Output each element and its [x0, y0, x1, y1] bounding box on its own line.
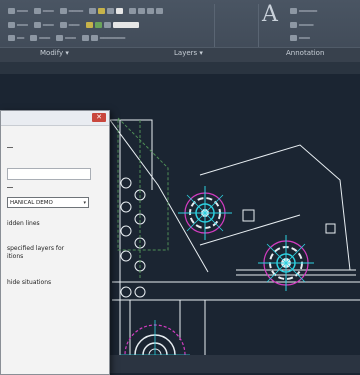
layer-state-icon — [90, 35, 98, 41]
dropdown-value: HANICAL DEMO — [10, 200, 53, 206]
drawing-lines — [109, 119, 360, 370]
lock-icon — [103, 22, 111, 28]
sprocket-lower — [258, 235, 314, 291]
ribbon-row-2: ═══ ═══ ═══ — [8, 20, 139, 30]
panel-title-modify[interactable]: Modify ▾ — [40, 49, 69, 57]
array-icon — [56, 35, 64, 41]
trim-icon — [59, 8, 67, 14]
option-specified-layers-cont: itions — [7, 253, 24, 260]
layer-dropdown-icon — [112, 22, 139, 28]
rb-tool[interactable] — [129, 6, 164, 16]
rb-tool[interactable]: ═══ — [290, 33, 310, 43]
move-icon — [8, 8, 15, 14]
rb-tool[interactable]: ═══ — [30, 33, 50, 43]
close-icon[interactable]: ✕ — [92, 113, 106, 122]
sun-icon — [107, 8, 115, 14]
ribbon-row-3: ══ ═══ ═══ ═══════ — [8, 33, 125, 43]
option-specified-layers[interactable]: specified layers for — [7, 245, 64, 252]
layer-tool-icon — [129, 8, 137, 14]
rb-tool[interactable]: ═══ — [56, 33, 76, 43]
layer-tool-icon — [156, 8, 164, 14]
leader-icon — [290, 22, 297, 28]
rb-tool[interactable]: ════ — [59, 6, 83, 16]
dimension-icon — [290, 8, 297, 14]
stretch-icon — [8, 35, 15, 41]
annotation-row: ═══ — [290, 33, 310, 43]
option-hide-situations[interactable]: hide situations — [7, 279, 51, 286]
rb-tool[interactable]: ═══ — [33, 6, 54, 16]
demo-dropdown[interactable]: HANICAL DEMO ▾ — [7, 197, 89, 208]
panel-title-layers[interactable]: Layers ▾ — [174, 49, 203, 57]
sprocket-upper — [178, 186, 232, 240]
rb-tool[interactable]: ═════ — [290, 6, 317, 16]
ribbon-row-1: ═══ ═══ ════ — [8, 6, 164, 16]
option-hidden-lines[interactable]: idden lines — [7, 220, 40, 227]
rb-tool[interactable]: ═══ — [33, 20, 54, 30]
settings-dialog: ✕ HANICAL DEMO ▾ idden lines specified l… — [0, 110, 110, 375]
rb-tool[interactable] — [89, 6, 124, 16]
rb-tool[interactable]: ════ — [290, 20, 313, 30]
dialog-text-field[interactable] — [7, 168, 91, 180]
rb-tool[interactable]: ═══════ — [81, 33, 125, 43]
layer-tool-icon — [147, 8, 155, 14]
layer-tool-icon — [138, 8, 146, 14]
layer-swatch-icon — [116, 8, 124, 14]
text-tool-icon[interactable]: A — [262, 2, 278, 27]
rb-tool[interactable]: ═══ — [59, 20, 80, 30]
rb-tool[interactable]: ══ — [8, 33, 24, 43]
mirror-icon — [33, 22, 41, 28]
fillet-icon — [59, 22, 67, 28]
layer-match-icon — [81, 35, 89, 41]
command-line-area[interactable] — [110, 355, 360, 373]
rb-tool[interactable] — [85, 20, 139, 30]
group-label-mark — [7, 187, 13, 188]
scale-icon — [30, 35, 38, 41]
annotation-row: ════ — [290, 20, 313, 30]
annotation-row: ═════ — [290, 6, 317, 16]
rb-tool[interactable]: ═══ — [8, 20, 28, 30]
rotate-icon — [33, 8, 41, 14]
bulb-icon — [98, 8, 106, 14]
group-label-mark — [7, 147, 13, 148]
layer-props-icon — [89, 8, 97, 14]
copy-icon — [8, 22, 15, 28]
dialog-title-bar[interactable]: ✕ — [1, 111, 109, 126]
bulb-icon — [85, 22, 93, 28]
chevron-down-icon: ▾ — [83, 200, 86, 206]
layer-on-icon — [94, 22, 102, 28]
panel-title-annotation[interactable]: Annotation — [286, 49, 324, 57]
table-icon — [290, 35, 297, 41]
drawing-tab-strip — [0, 62, 360, 74]
rb-tool[interactable]: ═══ — [8, 6, 28, 16]
